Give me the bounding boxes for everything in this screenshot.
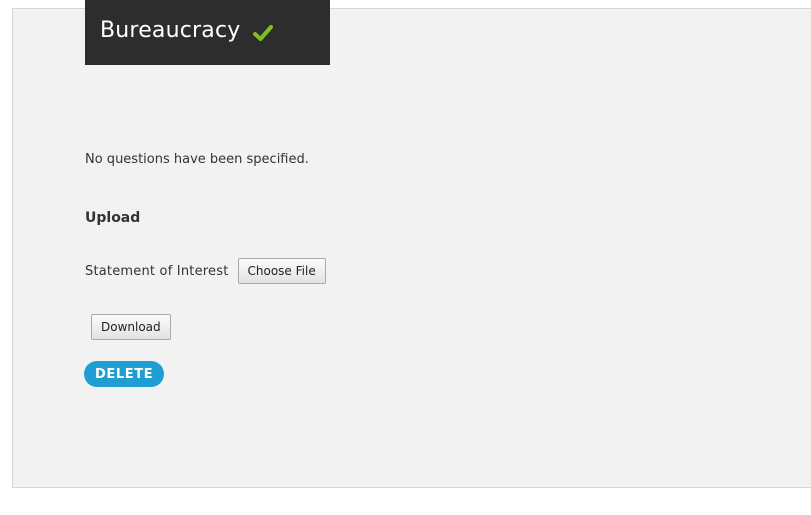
page-title: Bureaucracy xyxy=(100,18,241,43)
form-panel xyxy=(12,8,811,488)
delete-button[interactable]: DELETE xyxy=(84,361,165,387)
no-questions-message: No questions have been specified. xyxy=(85,152,309,167)
checkmark-icon xyxy=(252,24,273,42)
choose-file-button[interactable]: Choose File xyxy=(237,258,326,284)
statement-of-interest-label: Statement of Interest xyxy=(85,263,229,279)
title-tab: Bureaucracy xyxy=(85,0,330,65)
upload-heading: Upload xyxy=(85,210,141,226)
download-button[interactable]: Download xyxy=(91,314,171,340)
statement-of-interest-row: Statement of Interest Choose File xyxy=(85,258,326,284)
